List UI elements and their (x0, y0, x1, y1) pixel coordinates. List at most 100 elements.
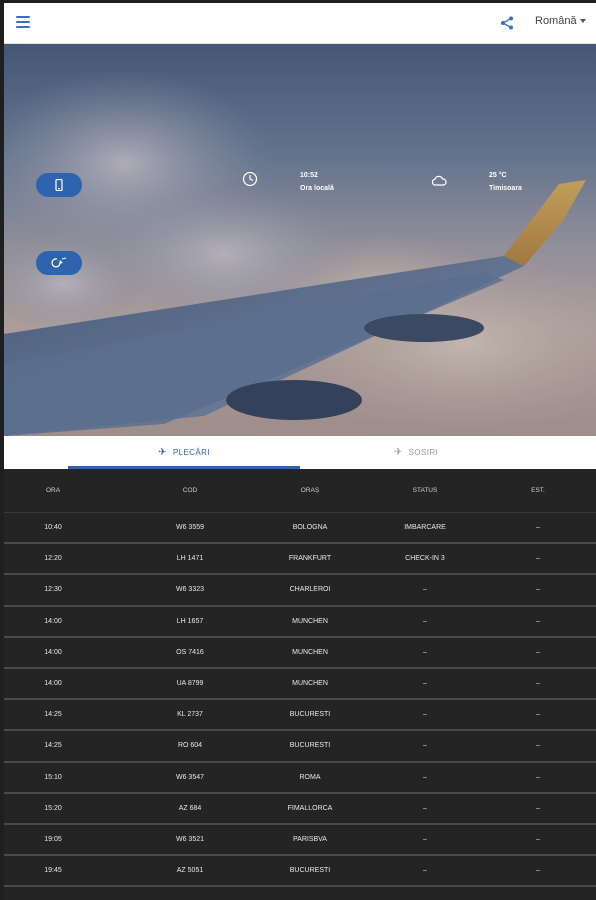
cell-city: FRANKFURT (288, 555, 332, 563)
tab-arrivals-label: SOSIRI (408, 448, 439, 457)
cell-estimated: – (536, 804, 540, 812)
cell-city: FIMALLORCA (287, 804, 333, 812)
cell-city: BUCURESTI (289, 742, 331, 750)
language-label: Română (535, 15, 577, 27)
table-row[interactable]: 14:00 UA 8799 MUNCHEN – – (4, 669, 596, 701)
cell-estimated: – (536, 524, 540, 532)
cell-status: – (423, 680, 427, 688)
cell-status: – (423, 835, 427, 843)
cell-time: 14:00 (44, 680, 62, 688)
column-header-code: COD (182, 487, 198, 494)
table-row[interactable]: 15:10 W6 3547 ROMA – – (4, 763, 596, 794)
cell-city: PARISBVA (293, 835, 327, 843)
temperature-value: 25 °C (489, 172, 507, 179)
cell-estimated: – (536, 867, 540, 875)
cell-status: IMBARCARE (404, 524, 446, 532)
cell-flight-code: W6 3323 (175, 586, 205, 594)
hero-banner: 10:52 Ora locală 25 °C Timisoara (4, 44, 596, 436)
cell-city: CHARLEROI (289, 586, 331, 594)
cell-estimated: – (536, 648, 540, 656)
cell-time: 10:40 (44, 524, 62, 532)
cell-flight-code: AZ 684 (178, 804, 202, 812)
cell-status: – (423, 773, 427, 781)
weather-block: 25 °C Timisoara (489, 169, 522, 195)
cell-status: – (423, 617, 427, 625)
table-row[interactable]: 14:00 OS 7416 MUNCHEN – – (4, 638, 596, 669)
cell-estimated: – (536, 773, 540, 781)
hamburger-menu-icon[interactable] (16, 16, 30, 28)
cell-flight-code: UA 8799 (176, 680, 204, 688)
cell-flight-code: KL 2737 (177, 711, 203, 719)
table-body: 10:40 W6 3559 BOLOGNA IMBARCARE – 12:20 LH 147… (4, 513, 596, 888)
cell-time: 19:45 (44, 867, 62, 875)
cell-estimated: – (536, 742, 540, 750)
mobile-app-button[interactable] (36, 173, 82, 197)
table-row[interactable]: 19:05 W6 3521 PARISBVA – – (4, 825, 596, 857)
cell-time: 15:10 (44, 773, 62, 781)
cell-time: 19:05 (44, 835, 62, 843)
refresh-flights-button[interactable] (36, 251, 82, 275)
cell-flight-code: LH 1657 (176, 617, 204, 625)
table-row[interactable]: 14:25 KL 2737 BUCURESTI – – (4, 700, 596, 732)
cell-flight-code: RO 604 (177, 742, 203, 750)
cell-time: 14:25 (44, 711, 62, 719)
cell-time: 12:30 (44, 586, 62, 594)
cell-time: 14:00 (44, 617, 62, 625)
cell-city: BUCURESTI (289, 711, 331, 719)
cell-estimated: – (536, 711, 540, 719)
tab-departures[interactable]: ✈ PLECĂRI (68, 436, 300, 469)
cell-status: – (423, 804, 427, 812)
mobile-phone-icon (55, 179, 63, 191)
top-app-bar: Română (4, 3, 596, 44)
table-row[interactable]: 14:25 RO 604 BUCURESTI – – (4, 731, 596, 763)
table-row[interactable]: 19:45 AZ 5051 BUCURESTI – – (4, 856, 596, 888)
local-time-value: 10:52 (300, 172, 318, 179)
column-header-status: STATUS (412, 487, 438, 494)
cloud-icon (431, 175, 447, 186)
chevron-down-icon (579, 19, 586, 24)
weather-city-label: Timisoara (489, 185, 522, 192)
cell-flight-code: W6 3559 (175, 524, 205, 532)
cell-flight-code: AZ 5051 (176, 867, 204, 875)
cell-city: MUNCHEN (292, 680, 328, 688)
cell-flight-code: LH 1471 (176, 555, 204, 563)
cell-city: ROMA (299, 773, 321, 781)
table-row[interactable]: 12:20 LH 1471 FRANKFURT CHECK-IN 3 – (4, 544, 596, 576)
cell-time: 14:00 (44, 648, 62, 656)
takeoff-icon: ✈ (158, 447, 167, 458)
refresh-plane-icon (51, 257, 67, 268)
tab-departures-label: PLECĂRI (172, 448, 210, 457)
airplane-wing-background (4, 44, 596, 436)
cell-flight-code: W6 3521 (175, 835, 205, 843)
cell-time: 12:20 (44, 555, 62, 563)
cell-city: MUNCHEN (292, 648, 328, 656)
cell-status: – (423, 711, 427, 719)
cell-estimated: – (536, 617, 540, 625)
cell-city: MUNCHEN (292, 617, 328, 625)
cell-status: – (423, 867, 427, 875)
table-header: ORA COD ORAȘ STATUS EST. (4, 469, 596, 513)
local-time-label: Ora locală (300, 185, 334, 192)
cell-estimated: – (536, 555, 540, 563)
cell-status: – (423, 648, 427, 656)
landing-icon: ✈ (393, 447, 403, 458)
language-selector[interactable]: Română (535, 15, 586, 27)
column-header-estimated: EST. (531, 487, 545, 494)
cell-flight-code: W6 3547 (175, 773, 205, 781)
share-icon[interactable] (499, 15, 515, 31)
cell-time: 15:20 (44, 804, 62, 812)
column-header-city: ORAȘ (300, 487, 320, 494)
cell-city: BOLOGNA (292, 524, 328, 532)
cell-status: – (423, 742, 427, 750)
table-row[interactable]: 10:40 W6 3559 BOLOGNA IMBARCARE – (4, 513, 596, 545)
flight-board: ORA COD ORAȘ STATUS EST. 10:40 W6 3559 BOL… (4, 469, 596, 900)
flight-tabs: ✈ PLECĂRI ✈ SOSIRI (4, 436, 596, 469)
cell-status: – (423, 586, 427, 594)
table-row[interactable]: 14:00 LH 1657 MUNCHEN – – (4, 607, 596, 638)
table-row[interactable]: 15:20 AZ 684 FIMALLORCA – – (4, 794, 596, 825)
table-row[interactable]: 12:30 W6 3323 CHARLEROI – – (4, 575, 596, 607)
cell-estimated: – (536, 835, 540, 843)
tab-arrivals[interactable]: ✈ SOSIRI (300, 436, 532, 469)
cell-time: 14:25 (44, 742, 62, 750)
cell-flight-code: OS 7416 (176, 648, 204, 656)
